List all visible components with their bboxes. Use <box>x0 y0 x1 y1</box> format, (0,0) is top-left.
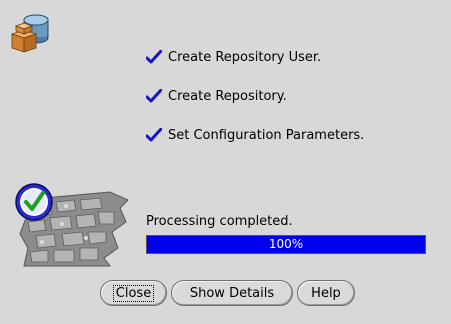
show-details-button[interactable]: Show Details <box>171 280 293 306</box>
checkmark-icon <box>146 50 162 64</box>
step-create-repository-user: Create Repository User. <box>146 48 364 66</box>
close-button[interactable]: Close <box>100 280 167 306</box>
help-button[interactable]: Help <box>297 280 355 306</box>
checkmark-icon <box>146 89 162 103</box>
step-set-configuration-parameters: Set Configuration Parameters. <box>146 126 364 144</box>
step-list: Create Repository User. Create Repositor… <box>146 48 364 165</box>
step-create-repository: Create Repository. <box>146 87 364 105</box>
status-message: Processing completed. <box>146 214 293 229</box>
success-check-icon <box>15 183 129 267</box>
progress-label: 100% <box>268 237 304 251</box>
repository-database-icon <box>10 14 49 53</box>
progress-bar: 100% <box>146 235 426 254</box>
close-button-label: Close <box>112 284 155 302</box>
step-label: Set Configuration Parameters. <box>168 127 365 143</box>
checkmark-icon <box>146 128 162 142</box>
button-row: Close Show Details Help <box>100 280 355 306</box>
step-label: Create Repository. <box>168 88 287 104</box>
step-label: Create Repository User. <box>168 49 322 65</box>
